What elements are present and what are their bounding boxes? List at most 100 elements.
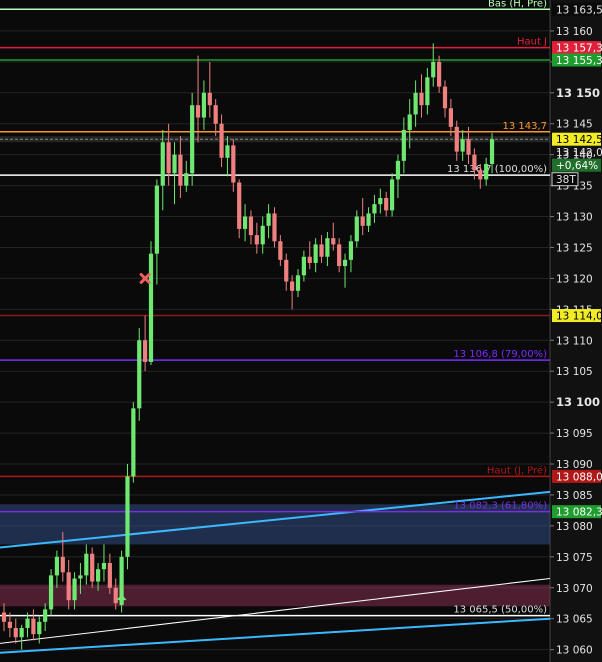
level-label: Haut (J, Pré) <box>487 464 547 476</box>
grid <box>0 30 550 651</box>
candle-body <box>137 340 142 409</box>
candle-body <box>372 204 377 214</box>
y-tick-label: 13 075 <box>556 552 593 564</box>
candle-body <box>278 241 283 260</box>
y-tick-label: 13 120 <box>556 273 593 285</box>
candle-body <box>113 587 118 604</box>
candle-body <box>484 163 489 180</box>
candle-body <box>284 259 289 282</box>
candle-body <box>237 182 242 229</box>
candle-body <box>195 105 201 118</box>
candle-body <box>154 185 159 254</box>
level-label: 13 143,7 <box>502 121 547 132</box>
chart-canvas: Bas (H, Pré) Haut J 13 143,7 13 136,7 (100,… <box>0 0 602 662</box>
candle-body <box>331 238 336 245</box>
candle-body <box>25 618 30 628</box>
candle-body <box>378 197 383 205</box>
candle-body <box>1 612 7 622</box>
y-tick-label: 13 095 <box>556 428 593 440</box>
candle-body <box>90 553 95 582</box>
candle-body <box>478 170 483 180</box>
candle-body <box>319 244 324 257</box>
level-label: 13 136,7 (100,00%) <box>447 164 547 175</box>
level-label: 13 106,8 (79,00%) <box>453 349 547 360</box>
candle-body <box>54 556 60 576</box>
candle-body <box>101 563 107 570</box>
candle-body <box>95 569 101 582</box>
candle-body <box>425 77 430 106</box>
candle-body <box>207 92 212 106</box>
candle-body <box>254 235 259 245</box>
level-price-box: 13 088,0 <box>556 471 602 483</box>
candle-body <box>290 281 295 291</box>
candle-body <box>307 256 312 263</box>
y-axis-ticks: 13 060 13 065 13 070 13 075 13 080 13 085 13 0… <box>550 26 600 657</box>
level-label: Haut J <box>517 37 547 48</box>
candle-body <box>13 627 18 638</box>
candle[interactable] <box>131 402 136 483</box>
candle-body <box>313 244 318 263</box>
candle[interactable] <box>190 92 195 186</box>
candle-body <box>348 241 354 260</box>
candle[interactable] <box>148 241 154 366</box>
y-tick-label: 13 070 <box>556 583 593 595</box>
y-tick-label: 13 090 <box>556 459 593 471</box>
candle-body <box>301 256 306 276</box>
plot-background <box>0 0 550 662</box>
candle-body <box>225 145 230 158</box>
y-tick-label: 13 160 <box>556 26 593 38</box>
candle-body <box>366 213 371 226</box>
level-price-box: 13 157,3 <box>556 43 602 55</box>
candle-body <box>407 114 412 130</box>
candle[interactable] <box>389 173 395 217</box>
y-tick-label: 13 110 <box>556 335 593 347</box>
candle-body <box>442 86 448 109</box>
level-price-box: 13 163,5 <box>556 4 602 16</box>
candle-body <box>295 275 301 291</box>
candle-body <box>166 142 171 174</box>
candle-body <box>401 129 406 161</box>
change-label: +0,64% <box>556 160 598 172</box>
price-chart[interactable]: Bas (H, Pré) Haut J 13 143,7 13 136,7 (100,… <box>0 0 602 662</box>
candle-body <box>148 253 154 362</box>
candle-body <box>413 92 418 115</box>
candle[interactable] <box>48 569 54 616</box>
candle-body <box>72 578 77 601</box>
candle-body <box>260 225 265 245</box>
level-price-box: 13 155,3 <box>556 55 602 67</box>
current-price-box: 13 142,5 <box>556 134 602 146</box>
candle-body <box>31 618 36 635</box>
candle-body <box>395 160 401 180</box>
y-tick-label: 13 125 <box>556 242 593 254</box>
candle-body <box>360 216 365 226</box>
candle-body <box>160 142 165 186</box>
candle-body <box>472 154 477 171</box>
candle-body <box>448 108 453 127</box>
candle-body <box>19 627 24 638</box>
candle-body <box>248 216 254 236</box>
candle[interactable] <box>125 464 130 570</box>
candle-body <box>431 61 436 78</box>
candle-body <box>389 179 395 211</box>
candle-body <box>437 61 442 87</box>
candle-body <box>219 123 224 158</box>
candle-body <box>131 408 136 477</box>
candle-body <box>172 154 177 174</box>
candle[interactable] <box>137 327 142 421</box>
candle-body <box>7 621 12 628</box>
candle-body <box>43 609 48 622</box>
sub-price-label: 13 142,0 <box>556 147 602 159</box>
y-tick-label: 13 150 <box>556 86 600 100</box>
candle-body <box>48 575 54 610</box>
y-tick-label: 13 060 <box>556 645 593 657</box>
candle-body <box>231 145 236 183</box>
y-tick-label: 13 100 <box>556 395 600 409</box>
level-label: Bas (H, Pré) <box>488 0 547 9</box>
level-label: 13 065,5 (50,00%) <box>453 605 547 616</box>
candle-body <box>190 105 195 174</box>
candle-body <box>266 213 271 226</box>
candle-body <box>66 572 71 601</box>
candle-body <box>242 216 248 229</box>
y-tick-label: 13 145 <box>556 119 593 131</box>
y-tick-label: 13 085 <box>556 490 593 502</box>
